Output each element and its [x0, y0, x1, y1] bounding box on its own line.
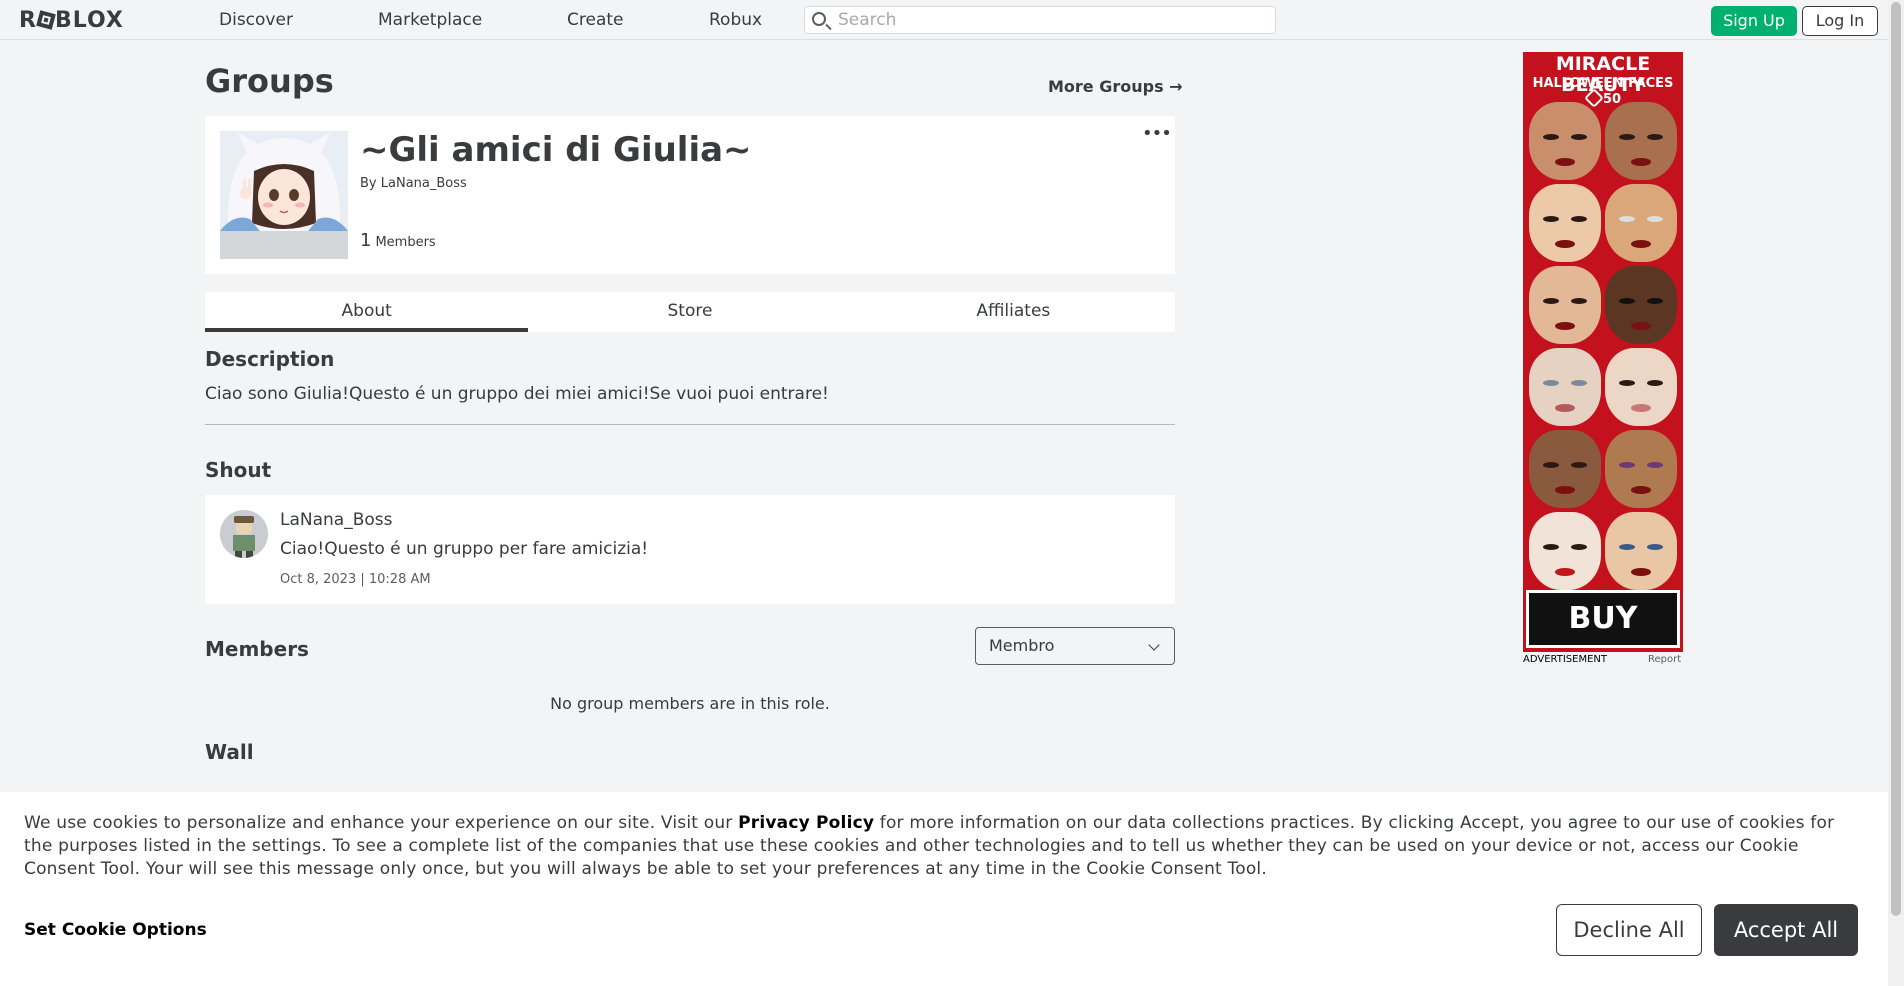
cookie-consent-banner: We use cookies to personalize and enhanc…: [0, 792, 1888, 986]
description-text: Ciao sono Giulia!Questo é un gruppo dei …: [205, 384, 829, 404]
group-member-count: 1 Members: [360, 230, 436, 251]
nav-link-marketplace[interactable]: Marketplace: [378, 10, 482, 30]
set-cookie-options-link[interactable]: Set Cookie Options: [24, 920, 207, 940]
search-box: [804, 6, 1276, 34]
ad-face-image: [1529, 266, 1601, 344]
group-owner-line: By LaNana_Boss: [360, 176, 467, 191]
page-scrollbar[interactable]: [1888, 0, 1904, 986]
search-input[interactable]: [838, 9, 1258, 31]
ad-face-image: [1605, 102, 1677, 180]
tab-store[interactable]: Store: [528, 292, 851, 332]
role-dropdown[interactable]: Membro: [975, 627, 1175, 665]
ad-face-image: [1605, 266, 1677, 344]
search-icon[interactable]: [812, 12, 826, 26]
role-dropdown-value: Membro: [989, 636, 1055, 655]
group-tabs: About Store Affiliates: [205, 292, 1175, 332]
tab-about[interactable]: About: [205, 292, 529, 332]
ad-face-image: [1605, 184, 1677, 262]
by-label: By: [360, 176, 377, 191]
member-count-number: 1: [360, 230, 372, 251]
ad-face-image: [1529, 184, 1601, 262]
cookie-text-before: We use cookies to personalize and enhanc…: [24, 813, 739, 833]
ad-face-grid: [1529, 102, 1677, 592]
ad-face-image: [1529, 430, 1601, 508]
more-options-icon[interactable]: •••: [1142, 125, 1172, 143]
logo-o-icon: [36, 10, 56, 30]
scrollbar-thumb[interactable]: [1891, 2, 1901, 916]
wall-heading: Wall: [205, 740, 254, 764]
shout-heading: Shout: [205, 458, 272, 482]
ad-face-image: [1605, 430, 1677, 508]
section-divider: [205, 424, 1175, 425]
avatar[interactable]: [220, 510, 268, 558]
empty-members-message: No group members are in this role.: [550, 694, 830, 713]
members-label: Members: [375, 235, 436, 250]
privacy-policy-link[interactable]: Privacy Policy: [738, 813, 874, 833]
group-header-card: ~Gli amici di Giulia~ By LaNana_Boss 1 Me…: [205, 116, 1175, 274]
page-title: Groups: [205, 62, 334, 100]
ad-face-image: [1529, 348, 1601, 426]
members-heading: Members: [205, 637, 309, 661]
ad-report-link[interactable]: Report: [1648, 654, 1681, 665]
log-in-button[interactable]: Log In: [1802, 6, 1878, 36]
shout-author-link[interactable]: LaNana_Boss: [280, 510, 393, 530]
description-heading: Description: [205, 347, 335, 371]
group-name: ~Gli amici di Giulia~: [360, 130, 752, 170]
ad-subtitle-text: HALLOWEEN FACES: [1532, 76, 1674, 91]
group-emblem-image: [220, 131, 348, 259]
shout-card: LaNana_Boss Ciao!Questo é un gruppo per …: [205, 495, 1175, 604]
sign-up-button[interactable]: Sign Up: [1711, 6, 1797, 36]
ad-buy-now-button[interactable]: BUY NOW: [1526, 590, 1680, 648]
tab-affiliates[interactable]: Affiliates: [852, 292, 1175, 332]
decline-all-button[interactable]: Decline All: [1556, 904, 1702, 956]
advertisement-banner[interactable]: MIRACLE BEAUTY HALLOWEEN FACES 50 BUY NO…: [1523, 52, 1683, 652]
top-navigation-bar: R BLOX Discover Marketplace Create Robux …: [0, 0, 1888, 40]
shout-message: Ciao!Questo é un gruppo per fare amicizi…: [280, 539, 649, 559]
advertisement-label: ADVERTISEMENT: [1523, 654, 1608, 665]
group-owner-link[interactable]: LaNana_Boss: [381, 176, 467, 191]
nav-link-discover[interactable]: Discover: [219, 10, 293, 30]
chevron-down-icon: [1148, 639, 1160, 651]
nav-link-create[interactable]: Create: [567, 10, 624, 30]
more-groups-link[interactable]: More Groups →: [1048, 77, 1183, 96]
roblox-logo[interactable]: R BLOX: [19, 8, 124, 33]
ad-face-image: [1529, 102, 1601, 180]
accept-all-button[interactable]: Accept All: [1714, 904, 1858, 956]
nav-link-robux[interactable]: Robux: [709, 10, 762, 30]
shout-timestamp: Oct 8, 2023 | 10:28 AM: [280, 572, 431, 587]
ad-face-image: [1605, 348, 1677, 426]
cookie-consent-text: We use cookies to personalize and enhanc…: [24, 812, 1864, 881]
ad-face-image: [1605, 512, 1677, 590]
ad-face-image: [1529, 512, 1601, 590]
